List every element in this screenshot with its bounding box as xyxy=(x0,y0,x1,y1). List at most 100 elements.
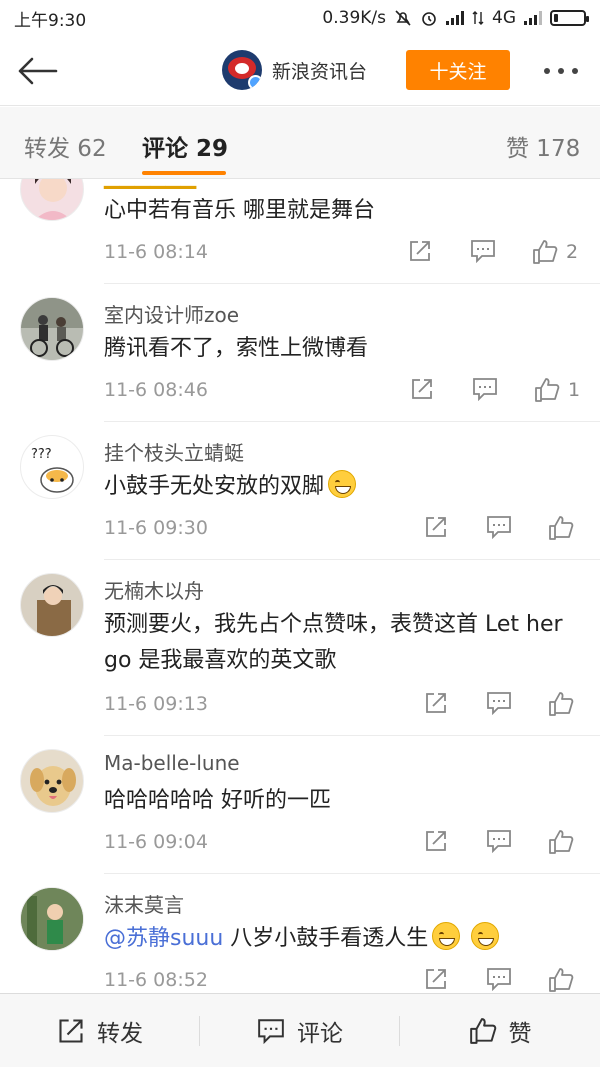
tab-reposts[interactable]: 转发 62 xyxy=(24,129,107,163)
comment-text: 八岁小鼓手看透人生 xyxy=(223,926,429,951)
divider xyxy=(104,735,600,736)
tab-comments[interactable]: 评论 29 xyxy=(142,129,228,163)
like-label: 赞 xyxy=(508,1021,532,1047)
thumbs-up-icon xyxy=(549,516,574,540)
status-time: 上午9:30 xyxy=(14,10,87,31)
share-button[interactable] xyxy=(408,239,432,263)
avatar[interactable]: ??? xyxy=(20,435,84,499)
network-type: 4G xyxy=(492,8,516,28)
thumbs-up-icon xyxy=(549,830,574,854)
mention-link[interactable]: @苏静suuu xyxy=(104,926,223,951)
comment-time: 11-6 09:30 xyxy=(104,517,208,539)
share-icon xyxy=(426,693,446,713)
tab-bar: 转发 62 评论 29 赞 178 xyxy=(0,107,600,179)
account-name[interactable]: 新浪资讯台 xyxy=(272,57,367,84)
thumbs-up-icon xyxy=(535,378,560,402)
comment-icon xyxy=(487,830,511,853)
battery-icon xyxy=(550,10,589,26)
account-avatar[interactable] xyxy=(222,50,262,90)
comment-text: 哈哈哈哈哈 好听的一匹 xyxy=(104,788,331,813)
comment-time: 11-6 09:13 xyxy=(104,693,208,715)
comment-time: 11-6 08:46 xyxy=(104,379,208,401)
comment-username[interactable]: 无楠木以舟 xyxy=(104,575,204,604)
avatar[interactable] xyxy=(20,297,84,361)
comment-username[interactable]: 室内设计师zoe xyxy=(104,299,239,328)
reply-button[interactable] xyxy=(472,377,498,401)
laugh-emoji-icon xyxy=(432,922,461,950)
thumbs-up-icon xyxy=(469,1018,496,1044)
comment-icon xyxy=(471,240,495,263)
comment-text: 心中若有音乐 哪里就是舞台 xyxy=(104,198,375,223)
comment-icon xyxy=(487,968,511,991)
like-button[interactable] xyxy=(548,515,574,541)
follow-button[interactable]: 十关注 xyxy=(406,50,510,90)
signal-icon-2 xyxy=(524,11,542,25)
nav-bar: 新浪资讯台 十关注 xyxy=(0,36,600,106)
share-icon xyxy=(412,379,432,399)
signal-icon xyxy=(446,11,464,25)
comment-list[interactable]: ▁▁▁▁▁▁ 心中若有音乐 哪里就是舞台 11-6 08:14 2 室内设计师z… xyxy=(0,179,600,993)
like-button[interactable]: 2 xyxy=(532,239,578,265)
avatar[interactable] xyxy=(20,573,84,637)
comment-text: 腾讯看不了，索性上微博看 xyxy=(104,336,369,361)
share-button[interactable] xyxy=(424,515,448,539)
like-button[interactable] xyxy=(548,829,574,855)
comment-label: 评论 xyxy=(297,1021,343,1047)
thumbs-up-icon xyxy=(549,968,574,992)
back-button[interactable] xyxy=(14,52,60,90)
like-button[interactable]: 1 xyxy=(534,377,580,403)
avatar[interactable] xyxy=(20,179,84,221)
reply-button[interactable] xyxy=(486,829,512,853)
divider xyxy=(104,873,600,874)
comment-time: 11-6 09:04 xyxy=(104,831,208,853)
back-arrow-icon xyxy=(18,57,58,85)
divider xyxy=(104,559,600,560)
repost-button[interactable]: 转发 xyxy=(0,994,200,1067)
comment-time: 11-6 08:52 xyxy=(104,969,208,991)
svg-text:???: ??? xyxy=(31,447,52,462)
like-count: 1 xyxy=(568,379,581,401)
account-header[interactable]: 新浪资讯台 xyxy=(222,50,367,90)
laugh-emoji-icon-2 xyxy=(471,922,500,950)
bottom-action-bar: 转发 评论 赞 xyxy=(0,993,600,1067)
reply-button[interactable] xyxy=(486,515,512,539)
share-button[interactable] xyxy=(424,829,448,853)
thumbs-up-icon xyxy=(549,692,574,716)
avatar[interactable] xyxy=(20,887,84,951)
share-icon xyxy=(410,241,430,261)
repost-label: 转发 xyxy=(97,1021,143,1047)
share-icon xyxy=(426,969,446,989)
data-arrows-icon xyxy=(472,11,484,25)
avatar[interactable] xyxy=(20,749,84,813)
share-icon xyxy=(426,517,446,537)
status-indicators: 0.39K/s 4G xyxy=(322,8,589,28)
like-count: 2 xyxy=(566,241,579,263)
comment-username[interactable]: 挂个枝头立蜻蜓 xyxy=(104,437,244,466)
more-options-icon[interactable] xyxy=(544,68,578,74)
comment-text: 预测要火，我先占个点赞味，表赞这首 Let her go 是我最喜欢的英文歌 xyxy=(104,612,563,673)
thumbs-up-icon xyxy=(533,240,558,264)
comment-text-row: 小鼓手无处安放的双脚 xyxy=(104,469,580,505)
reply-button[interactable] xyxy=(486,967,512,991)
share-button[interactable] xyxy=(424,691,448,715)
comment-username[interactable]: Ma-belle-lune xyxy=(104,751,240,775)
like-button[interactable] xyxy=(548,967,574,993)
reply-button[interactable] xyxy=(470,239,496,263)
comment-username[interactable]: ▁▁▁▁▁▁ xyxy=(104,179,196,189)
comment-username[interactable]: 沫末莫言 xyxy=(104,889,184,918)
alarm-icon xyxy=(422,12,436,26)
active-tab-indicator xyxy=(142,171,226,175)
comment-icon xyxy=(487,692,511,715)
comment-text-row: @苏静suuu 八岁小鼓手看透人生 xyxy=(104,921,580,957)
repost-icon xyxy=(59,1019,83,1043)
reply-button[interactable] xyxy=(486,691,512,715)
doge-emoji-icon xyxy=(328,470,357,498)
tab-likes[interactable]: 赞 178 xyxy=(506,129,580,163)
comment-time: 11-6 08:14 xyxy=(104,241,208,263)
share-button[interactable] xyxy=(424,967,448,991)
comment-button[interactable]: 评论 xyxy=(200,994,400,1067)
like-button[interactable] xyxy=(548,691,574,717)
share-button[interactable] xyxy=(410,377,434,401)
network-speed: 0.39K/s xyxy=(322,8,386,28)
like-post-button[interactable]: 赞 xyxy=(400,994,600,1067)
